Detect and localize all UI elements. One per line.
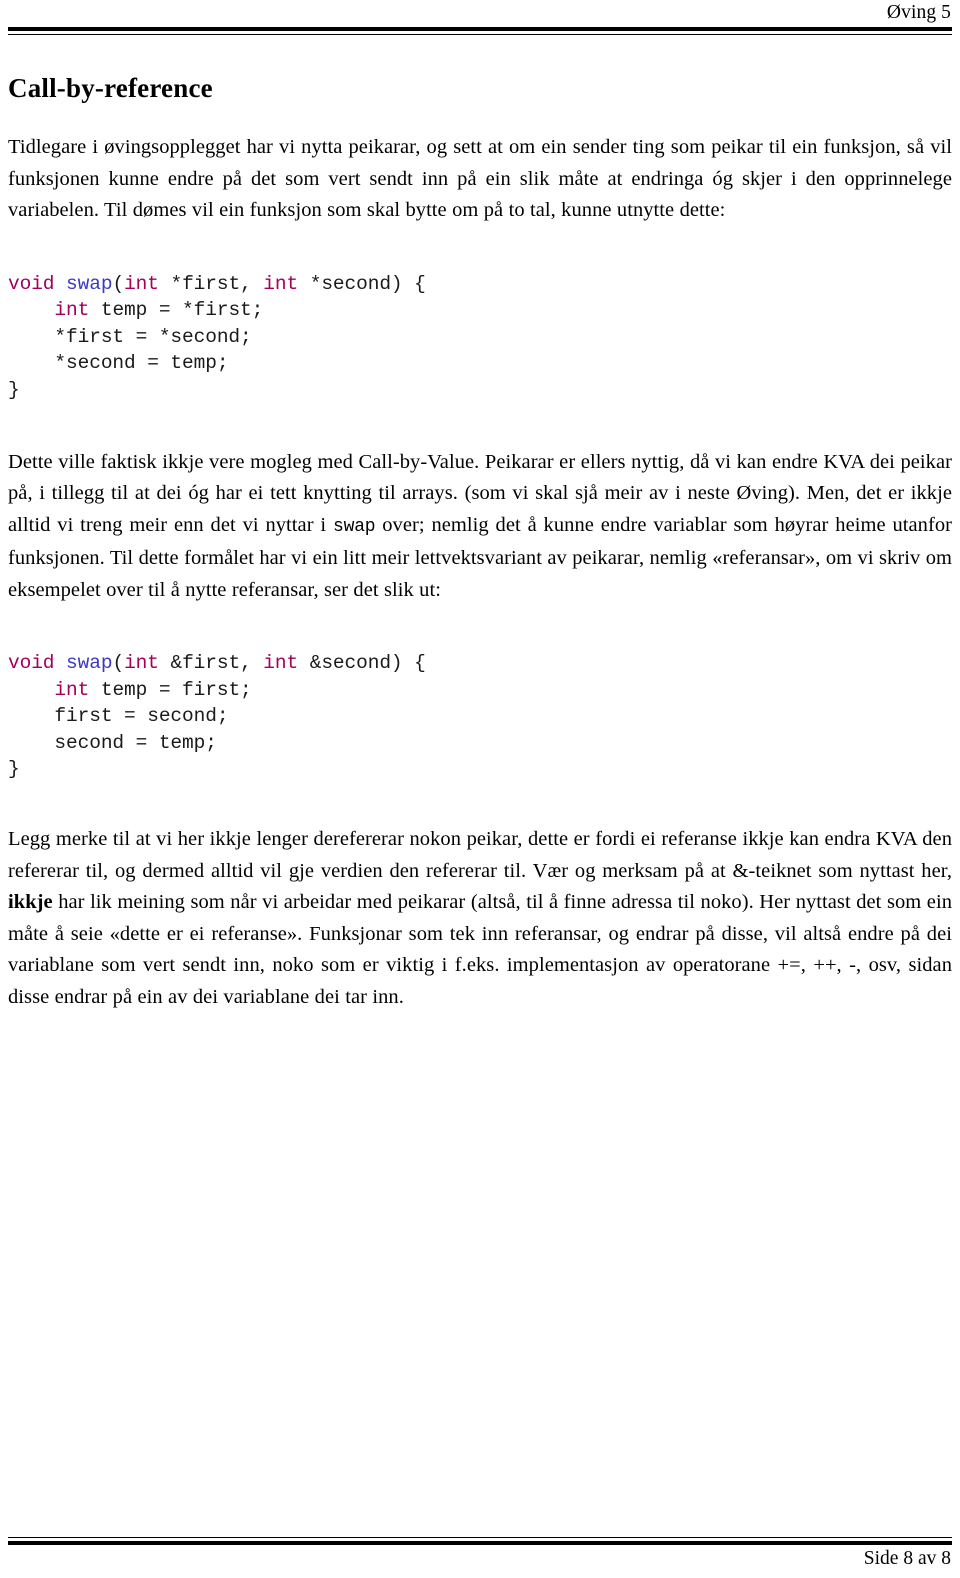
code-token: void [8,652,55,675]
code-token: ( [112,652,125,675]
page-header: Øving 5 [8,0,952,36]
page-title: Call-by-reference [8,73,213,104]
code-token: temp = first; [89,678,252,701]
code-token: *second = temp; [8,352,229,375]
spacer-after-code-2 [8,782,952,824]
code-token: void [8,272,55,295]
paragraph-final-part-1: Legg merke til at vi her ikkje lenger de… [8,828,952,882]
paragraph-final-emphasis: ikkje [8,891,53,914]
code-token: ( [112,272,125,295]
document-page: Øving 5 Call-by-reference Tidlegare i øv… [0,0,960,1578]
code-token: swap [66,652,113,675]
code-token: first = second; [8,705,229,728]
header-rule-thick [8,27,952,31]
code-token: swap [66,272,113,295]
spacer-after-code-1 [8,403,952,447]
code-token: *first, [158,272,264,295]
paragraph-middle: Dette ville faktisk ikkje vere mogleg me… [8,447,952,607]
footer-page-number: Side 8 av 8 [863,1548,951,1569]
code-token: int [124,272,159,295]
header-exercise-title: Øving 5 [886,2,951,23]
code-token: int [263,652,299,675]
code-token: int [54,299,90,322]
code-token: &second) { [298,652,426,675]
code-token: &first, [158,652,264,675]
code-token: } [8,758,20,781]
code-token: *second) { [298,272,426,295]
code-token: *first = *second; [8,325,252,348]
code-token: int [263,272,299,295]
code-token: temp = *first; [89,299,264,322]
footer-rule-thick [8,1541,952,1545]
code-block-pointer-swap: void swap(int *first, int *second) { int… [8,271,952,403]
paragraph-intro: Tidlegare i øvingsopplegget har vi nytta… [8,136,952,222]
paragraph-final: Legg merke til at vi her ikkje lenger de… [8,824,952,1013]
code-block-reference-swap: void swap(int &first, int &second) { int… [8,650,952,782]
page-footer: Side 8 av 8 [8,1536,952,1570]
header-rule-thin [8,34,952,36]
paragraph-final-part-2: har lik meining som når vi arbeidar med … [8,891,952,1008]
code-token: int [124,652,159,675]
inline-code-swap: swap [333,516,376,537]
code-token: int [54,678,90,701]
code-token: } [8,378,20,401]
footer-rule-thin [8,1536,952,1538]
code-token: second = temp; [8,731,217,754]
